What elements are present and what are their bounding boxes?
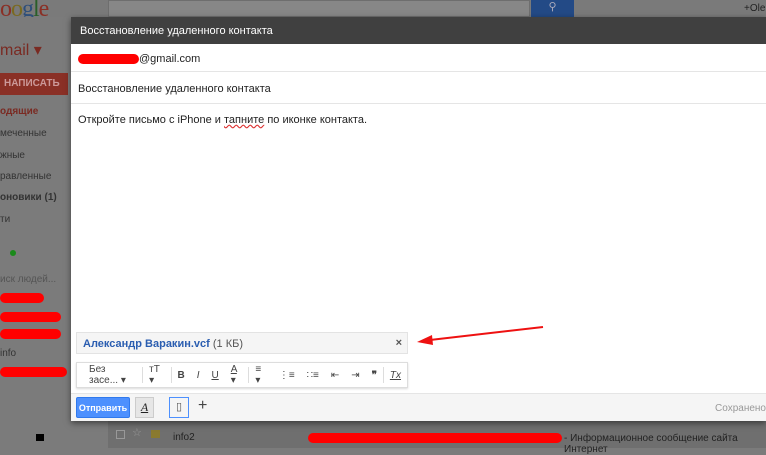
arrow-line: [429, 326, 544, 341]
annotation-arrow: [417, 326, 544, 345]
arrow-head: [417, 335, 433, 345]
